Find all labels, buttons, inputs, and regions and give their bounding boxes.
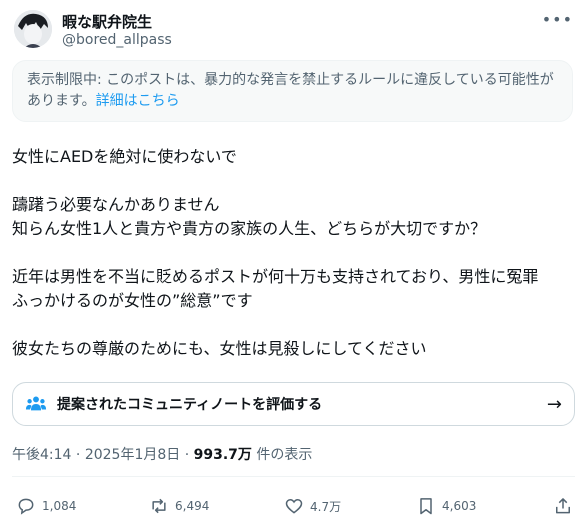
author-name[interactable]: 暇な駅弁院生 — [62, 11, 152, 32]
meta-separator: · — [75, 447, 81, 463]
share-icon — [556, 498, 570, 514]
avatar[interactable] — [14, 10, 52, 48]
people-icon — [25, 396, 47, 411]
post-date[interactable]: 2025年1月8日 — [85, 447, 180, 463]
post-line: 女性にAEDを絶対に使わないで — [12, 147, 237, 166]
post-line: 躊躇う必要なんかありません — [12, 195, 220, 214]
reply-count: 1,084 — [42, 499, 77, 513]
share-button[interactable] — [553, 496, 579, 516]
bookmark-button[interactable]: 4,603 — [416, 496, 476, 516]
meta-separator: · — [184, 447, 190, 463]
reply-button[interactable]: 1,084 — [16, 496, 76, 516]
repost-icon — [152, 498, 166, 514]
arrow-right-icon: → — [546, 393, 562, 415]
post-line: 彼女たちの尊厳のためにも、女性は見殺しにしてください — [12, 339, 427, 358]
heart-icon — [285, 498, 303, 514]
avatar-illustration — [14, 10, 52, 48]
view-label: 件の表示 — [256, 447, 313, 463]
restriction-notice: 表示制限中: このポストは、暴力的な発言を禁止するルールに違反している可能性があ… — [12, 60, 573, 122]
repost-button[interactable]: 6,494 — [149, 496, 209, 516]
bookmark-count: 4,603 — [442, 499, 477, 513]
post-meta: 午後4:14 · 2025年1月8日 · 993.7万 件の表示 — [12, 444, 312, 464]
post-text: 女性にAEDを絶対に使わないで 躊躇う必要なんかありません 知らん女性1人と貴方… — [12, 145, 577, 361]
post-line: 知らん女性1人と貴方や貴方の家族の人生、どちらが大切ですか？ — [12, 219, 487, 238]
divider — [12, 476, 575, 477]
post-line: ふっかけるのが女性の”総意”です — [12, 291, 253, 310]
like-count: 4.7万 — [310, 499, 342, 514]
more-options-icon[interactable]: ••• — [542, 10, 573, 29]
reply-icon — [18, 498, 34, 515]
repost-count: 6,494 — [175, 499, 210, 513]
community-note-label: 提案されたコミュニティノートを評価する — [57, 397, 323, 413]
bookmark-icon — [420, 498, 432, 515]
post-time[interactable]: 午後4:14 — [12, 447, 71, 463]
view-count: 993.7万 — [193, 447, 252, 463]
like-button[interactable]: 4.7万 — [284, 496, 341, 516]
author-handle[interactable]: @bored_allpass — [62, 32, 172, 48]
notice-details-link[interactable]: 詳細はこちら — [96, 93, 180, 109]
community-note-button[interactable]: 提案されたコミュニティノートを評価する → — [12, 382, 575, 426]
action-bar: 1,084 6,494 4.7万 4,603 — [12, 496, 575, 518]
post-line: 近年は男性を不当に貶めるポストが何十万も支持されており、男性に冤罪 — [12, 267, 539, 286]
